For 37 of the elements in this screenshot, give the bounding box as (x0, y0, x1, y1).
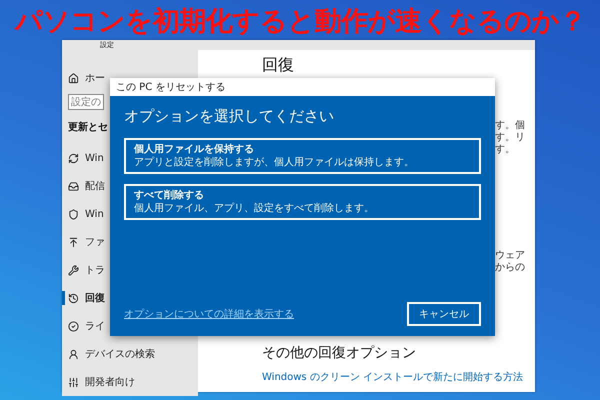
text-fragment: からの (495, 262, 526, 274)
check-circle-icon (68, 320, 79, 332)
person-icon (68, 348, 79, 360)
sidebar-item[interactable]: デバイスの検索 (85, 347, 155, 361)
text-fragment: ウェア (495, 250, 526, 262)
text-fragment: す。リ (495, 132, 526, 144)
inbox-icon (68, 180, 79, 192)
section-title: 更新とセ (67, 120, 108, 135)
sidebar-item[interactable]: 配信 (85, 179, 105, 193)
section-heading: その他の回復オプション (262, 344, 416, 362)
clean-install-link[interactable]: Windows のクリーン インストールで新たに開始する方法 (262, 370, 523, 384)
sidebar-item[interactable]: Win (85, 208, 104, 220)
sidebar-item[interactable]: 回復 (85, 291, 105, 305)
search-field[interactable]: 設定の (68, 94, 104, 110)
sidebar-item[interactable]: ホー (85, 71, 105, 85)
headline: パソコンを初期化すると動作が速くなるのか？ (13, 5, 586, 39)
shield-icon (68, 208, 79, 220)
details-link[interactable]: オプションについての詳細を表示する (124, 307, 294, 321)
option-button[interactable]: 個人用ファイルを保持する アプリと設定を削除しますが、個人用ファイルは保持します。 (124, 138, 481, 174)
dialog-title: この PC をリセットする (116, 81, 226, 94)
home-icon (68, 72, 79, 84)
sidebar-item[interactable]: ファ (85, 235, 105, 249)
dialog-heading: オプションを選択してください (124, 106, 335, 126)
page-heading: 回復 (262, 56, 295, 74)
option-button[interactable]: すべて削除する 個人用ファイル、アプリ、設定をすべて削除します。 (124, 184, 481, 220)
sidebar-item[interactable]: ライ (85, 319, 105, 333)
history-icon (68, 292, 79, 304)
wrench-icon (68, 264, 79, 276)
upload-icon (68, 236, 79, 248)
sidebar-item[interactable]: 開発者向け (85, 375, 135, 389)
sliders-icon (68, 376, 79, 388)
sidebar-item[interactable]: Win (85, 152, 104, 164)
text-fragment: す。 (495, 144, 516, 156)
cancel-button[interactable]: キャンセル (407, 302, 481, 326)
text-fragment: す。個 (495, 120, 526, 132)
sidebar-item[interactable]: トラ (85, 263, 105, 277)
sync-icon (68, 152, 79, 164)
